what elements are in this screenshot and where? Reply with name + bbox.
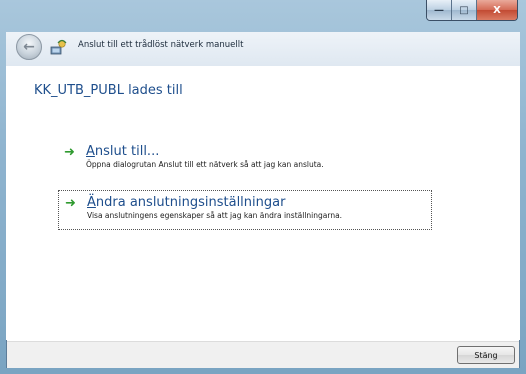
access-key-letter: A: [86, 144, 95, 159]
back-arrow-icon: ←: [23, 39, 35, 55]
close-button[interactable]: Stäng: [457, 346, 515, 364]
connect-option-title-text: nslut till...: [94, 144, 160, 159]
green-arrow-icon: ➜: [65, 196, 76, 211]
footer-bar: Stäng: [7, 341, 519, 368]
back-button[interactable]: ←: [16, 34, 42, 60]
change-settings-option-title-text: ndra anslutningsinställningar: [95, 195, 286, 210]
maximize-button[interactable]: □: [451, 0, 476, 20]
change-settings-option-description: Visa anslutningens egenskaper så att jag…: [87, 211, 343, 220]
page-heading: KK_UTB_PUBL lades till: [34, 83, 183, 98]
change-settings-option-title[interactable]: Ändra anslutningsinställningar: [87, 195, 425, 210]
access-key-letter: Ä: [87, 195, 96, 210]
caption-buttons: — □ X: [426, 0, 518, 21]
title-bar[interactable]: — □ X: [0, 0, 526, 32]
change-settings-option[interactable]: ➜ Ändra anslutningsinställningar Visa an…: [58, 190, 432, 230]
dialog-title: Anslut till ett trådlöst nätverk manuell…: [78, 40, 244, 50]
connect-option[interactable]: ➜ Anslut till... Öppna dialogrutan Anslu…: [58, 140, 438, 173]
connect-option-description: Öppna dialogrutan Anslut till ett nätver…: [86, 160, 324, 169]
window-close-button[interactable]: X: [476, 0, 517, 20]
navigation-bar: ← Anslut till ett trådlöst nätverk manue…: [6, 32, 520, 66]
window: — □ X ← Anslut till ett trådlöst nätverk…: [0, 0, 526, 374]
wireless-network-icon: [50, 39, 67, 55]
connect-option-title[interactable]: Anslut till...: [86, 144, 432, 159]
content-area: KK_UTB_PUBL lades till ➜ Anslut till... …: [6, 66, 520, 340]
minimize-button[interactable]: —: [427, 0, 451, 20]
green-arrow-icon: ➜: [64, 145, 75, 160]
